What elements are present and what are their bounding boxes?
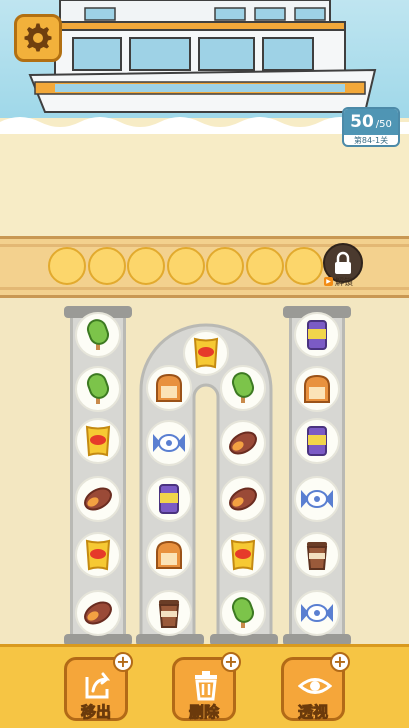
cup-icon bbox=[154, 597, 184, 629]
counter-current: 50 bbox=[350, 112, 374, 132]
tile-right[interactable] bbox=[294, 476, 340, 522]
tile-arch-right[interactable] bbox=[220, 365, 266, 411]
tile-left[interactable] bbox=[75, 366, 121, 412]
tile-left[interactable] bbox=[75, 590, 121, 636]
can-icon bbox=[304, 424, 330, 458]
cup-icon bbox=[302, 539, 332, 571]
tile-arch-left[interactable] bbox=[146, 365, 192, 411]
bread-icon bbox=[153, 373, 185, 403]
unlock-ad-label[interactable]: ▶ 解锁 bbox=[324, 275, 354, 288]
popsicle-icon bbox=[228, 596, 258, 630]
tile-arch-right[interactable] bbox=[220, 420, 266, 466]
share-arrow-icon bbox=[85, 672, 111, 699]
tile-counter: 50 / 50 第84-1关 bbox=[342, 107, 400, 147]
empty-slot bbox=[48, 247, 86, 285]
eye-icon bbox=[298, 678, 332, 694]
tile-right[interactable] bbox=[294, 312, 340, 358]
tile-right[interactable] bbox=[294, 590, 340, 636]
reveal-button[interactable]: + 透视 bbox=[281, 652, 350, 722]
video-ad-icon: ▶ bbox=[324, 276, 333, 286]
popsicle-icon bbox=[83, 318, 113, 352]
gear-icon bbox=[24, 23, 52, 52]
tile-left[interactable] bbox=[75, 312, 121, 358]
trash-icon bbox=[195, 671, 217, 701]
bread-icon bbox=[301, 374, 333, 404]
tile-arch-left[interactable] bbox=[146, 420, 192, 466]
unlock-text: 解锁 bbox=[335, 277, 354, 288]
tile-left[interactable] bbox=[75, 532, 121, 578]
sweet-potato-icon bbox=[226, 484, 260, 514]
tile-right[interactable] bbox=[294, 418, 340, 464]
plus-badge-icon: + bbox=[221, 652, 241, 672]
can-icon bbox=[156, 482, 182, 516]
move-out-button[interactable]: + 移出 bbox=[64, 652, 133, 722]
candy-icon bbox=[299, 600, 335, 626]
move-out-label: 移出 bbox=[80, 703, 111, 722]
plus-badge-icon: + bbox=[330, 652, 350, 672]
empty-slot bbox=[245, 247, 284, 285]
settings-button[interactable] bbox=[14, 14, 62, 62]
chips-icon bbox=[228, 538, 258, 572]
candy-icon bbox=[151, 430, 187, 456]
tile-arch-right[interactable] bbox=[220, 476, 266, 522]
tile-left[interactable] bbox=[75, 476, 121, 522]
plus-badge-icon: + bbox=[113, 652, 133, 672]
popsicle-icon bbox=[83, 372, 113, 406]
bottom-toolbar: + 移出 + 删除 + 透视 bbox=[0, 644, 409, 728]
tile-arch-left[interactable] bbox=[146, 476, 192, 522]
empty-slot bbox=[166, 247, 205, 285]
delete-button[interactable]: + 删除 bbox=[172, 652, 241, 722]
empty-slot bbox=[285, 247, 323, 285]
can-icon bbox=[304, 318, 330, 352]
empty-slot bbox=[127, 247, 165, 285]
tile-arch-left[interactable] bbox=[146, 532, 192, 578]
bread-icon bbox=[153, 540, 185, 570]
chips-icon bbox=[83, 538, 113, 572]
tile-right[interactable] bbox=[294, 532, 340, 578]
empty-slot bbox=[206, 247, 244, 285]
ferry-boat-image bbox=[28, 0, 377, 113]
tile-arch-right[interactable] bbox=[220, 532, 266, 578]
candy-icon bbox=[299, 486, 335, 512]
chips-icon bbox=[83, 424, 113, 458]
tile-arch-left[interactable] bbox=[183, 330, 229, 376]
tile-arch-left[interactable] bbox=[146, 590, 192, 636]
sweet-potato-icon bbox=[81, 598, 115, 628]
empty-slot bbox=[87, 247, 126, 285]
sweet-potato-icon bbox=[226, 428, 260, 458]
tile-right[interactable] bbox=[294, 366, 340, 412]
lock-icon bbox=[335, 251, 351, 274]
popsicle-icon bbox=[228, 371, 258, 405]
delete-label: 删除 bbox=[188, 703, 219, 722]
tile-left[interactable] bbox=[75, 418, 121, 464]
reveal-label: 透视 bbox=[297, 703, 328, 722]
tile-arch-right[interactable] bbox=[220, 590, 266, 636]
sweet-potato-icon bbox=[81, 484, 115, 514]
level-label: 第84-1关 bbox=[353, 136, 389, 145]
counter-total: 50 bbox=[379, 119, 392, 130]
chips-icon bbox=[191, 336, 221, 370]
